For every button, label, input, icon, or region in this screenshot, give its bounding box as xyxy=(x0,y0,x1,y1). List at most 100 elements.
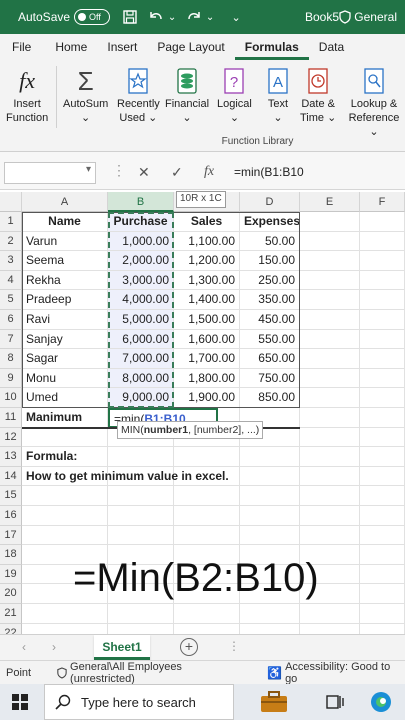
row-header-8[interactable]: 8 xyxy=(0,349,22,369)
cell[interactable] xyxy=(360,290,405,310)
row-header-15[interactable]: 15 xyxy=(0,486,22,506)
cell[interactable] xyxy=(300,349,360,369)
row-header-20[interactable]: 20 xyxy=(0,584,22,604)
table-cell[interactable]: 850.00 xyxy=(240,388,300,408)
cell[interactable] xyxy=(360,486,405,506)
recently-used-button[interactable]: Recently Used ⌄ xyxy=(117,66,160,125)
table-cell[interactable]: 7,000.00 xyxy=(108,349,174,369)
cell[interactable] xyxy=(300,270,360,291)
row-header-9[interactable]: 9 xyxy=(0,368,22,389)
insert-function-button[interactable]: fx Insert Function xyxy=(6,66,48,125)
tab-file[interactable]: File xyxy=(0,34,41,60)
sheet-tab-sheet1[interactable]: Sheet1 xyxy=(94,635,150,660)
table-cell[interactable]: 250.00 xyxy=(240,270,300,291)
table-cell[interactable]: 6,000.00 xyxy=(108,329,174,350)
scroll-right-icon[interactable]: › xyxy=(52,640,56,654)
manimum-label-cell[interactable]: Manimum xyxy=(22,408,108,428)
table-cell[interactable]: Sagar xyxy=(22,349,108,369)
row-header-21[interactable]: 21 xyxy=(0,604,22,624)
cell[interactable] xyxy=(360,525,405,546)
cell[interactable] xyxy=(360,447,405,467)
scroll-left-icon[interactable]: ‹ xyxy=(22,640,26,654)
table-cell[interactable]: 1,200.00 xyxy=(174,251,240,271)
tab-formulas[interactable]: Formulas xyxy=(234,34,309,60)
cell[interactable] xyxy=(360,270,405,291)
cell[interactable] xyxy=(300,368,360,389)
row-header-19[interactable]: 19 xyxy=(0,564,22,585)
row-header-5[interactable]: 5 xyxy=(0,290,22,310)
cell[interactable] xyxy=(360,427,405,448)
table-cell[interactable]: Rekha xyxy=(22,270,108,291)
sensitivity-status[interactable]: General\All Employees (unrestricted) xyxy=(57,661,249,685)
task-view-icon[interactable] xyxy=(326,693,344,714)
cell[interactable] xyxy=(108,604,174,624)
row-header-10[interactable]: 10 xyxy=(0,388,22,408)
table-cell[interactable]: Monu xyxy=(22,368,108,389)
cell[interactable] xyxy=(360,506,405,526)
table-header-cell[interactable]: Name xyxy=(22,212,108,232)
cell[interactable] xyxy=(360,349,405,369)
cell[interactable] xyxy=(300,329,360,350)
save-icon[interactable] xyxy=(122,9,138,25)
table-header-cell[interactable]: Sales xyxy=(174,212,240,232)
cell[interactable] xyxy=(300,290,360,310)
edge-browser-icon[interactable] xyxy=(370,691,392,716)
tab-insert[interactable]: Insert xyxy=(97,34,147,60)
cell[interactable] xyxy=(300,486,360,506)
cell[interactable] xyxy=(174,525,240,546)
drag-handle-icon[interactable]: ⋮ xyxy=(112,162,126,179)
table-cell[interactable]: 1,500.00 xyxy=(174,310,240,330)
add-sheet-icon[interactable]: + xyxy=(180,638,198,656)
table-header-cell[interactable]: Expenses xyxy=(240,212,300,232)
redo-dropdown-icon[interactable]: ⌄ xyxy=(202,9,218,25)
description-note[interactable]: How to get minimum value in excel. xyxy=(22,467,322,487)
tab-page-layout[interactable]: Page Layout xyxy=(147,34,234,60)
cell[interactable] xyxy=(240,604,300,624)
insert-function-fx-icon[interactable]: fx xyxy=(204,164,214,180)
customize-toolbar-icon[interactable]: ⌄ xyxy=(228,9,244,25)
table-cell[interactable]: 650.00 xyxy=(240,349,300,369)
cell[interactable] xyxy=(360,310,405,330)
cell[interactable] xyxy=(360,212,405,232)
table-cell[interactable]: 550.00 xyxy=(240,329,300,350)
cell[interactable] xyxy=(300,310,360,330)
row-header-4[interactable]: 4 xyxy=(0,270,22,291)
autosave-toggle[interactable]: Off xyxy=(74,9,111,25)
name-box[interactable]: ▾ xyxy=(4,162,96,184)
cell[interactable] xyxy=(22,427,108,448)
redo-icon[interactable] xyxy=(186,9,202,25)
table-cell[interactable]: 1,800.00 xyxy=(174,368,240,389)
column-header-d[interactable]: D xyxy=(240,192,300,212)
table-cell[interactable]: 1,300.00 xyxy=(174,270,240,291)
enter-check-icon[interactable]: ✓ xyxy=(171,164,183,181)
table-cell[interactable]: 1,600.00 xyxy=(174,329,240,350)
cell[interactable] xyxy=(108,486,174,506)
cell[interactable] xyxy=(22,604,108,624)
function-argument-hint[interactable]: MIN(number1, [number2], ...) xyxy=(117,421,264,439)
cell[interactable] xyxy=(300,251,360,271)
cell[interactable] xyxy=(22,525,108,546)
cell[interactable] xyxy=(300,604,360,624)
table-cell[interactable]: Umed xyxy=(22,388,108,408)
cell[interactable] xyxy=(360,564,405,585)
table-cell[interactable]: 350.00 xyxy=(240,290,300,310)
table-cell[interactable]: 2,000.00 xyxy=(108,251,174,271)
row-header-17[interactable]: 17 xyxy=(0,525,22,546)
cell[interactable] xyxy=(360,231,405,252)
table-cell[interactable]: Seema xyxy=(22,251,108,271)
sheet-options-icon[interactable]: ⋮ xyxy=(228,639,240,653)
cell[interactable] xyxy=(300,212,360,232)
cell[interactable] xyxy=(174,506,240,526)
formula-input[interactable]: =min(B1:B10 xyxy=(234,165,304,179)
formula-note-label[interactable]: Formula: xyxy=(22,447,222,467)
row-header-12[interactable]: 12 xyxy=(0,427,22,448)
column-header-f[interactable]: F xyxy=(360,192,405,212)
cell[interactable] xyxy=(240,447,300,467)
text-button[interactable]: A Text ⌄ xyxy=(264,66,292,125)
column-header-b[interactable]: B xyxy=(108,192,174,212)
taskbar-search[interactable]: Type here to search xyxy=(44,684,234,720)
cancel-icon[interactable]: ✕ xyxy=(138,164,150,181)
cell[interactable] xyxy=(22,506,108,526)
cell[interactable] xyxy=(360,584,405,604)
autosave[interactable]: AutoSave Off xyxy=(18,9,111,25)
